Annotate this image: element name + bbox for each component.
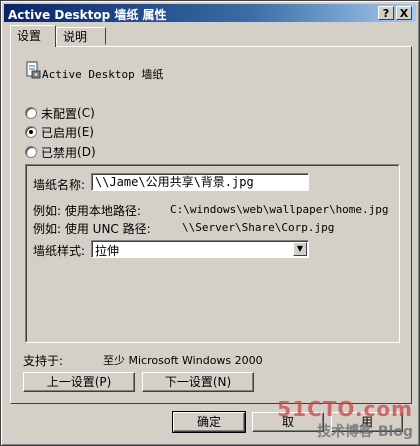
wallpaper-name-label: 墙纸名称: bbox=[33, 178, 86, 192]
radio-not-configured-circle[interactable] bbox=[25, 107, 37, 119]
radio-not-configured-label: 未配置 bbox=[41, 106, 78, 121]
title-bar: Active Desktop 墙纸 属性 ? X bbox=[4, 4, 416, 22]
next-setting-button[interactable]: 下一设置(N) bbox=[142, 372, 254, 392]
wallpaper-style-select[interactable]: 拉伸 ▼ bbox=[91, 240, 309, 258]
radio-disabled-circle[interactable] bbox=[25, 146, 37, 158]
close-button[interactable]: X bbox=[396, 6, 412, 20]
policy-name: Active Desktop 墙纸 bbox=[42, 68, 164, 81]
watermark-line1: 51CTO.com bbox=[277, 397, 413, 421]
wallpaper-style-label: 墙纸样式: bbox=[33, 244, 86, 258]
ok-button[interactable]: 确定 bbox=[172, 411, 246, 433]
radio-enabled-circle[interactable] bbox=[25, 126, 37, 138]
radio-not-configured-key: (C) bbox=[77, 106, 95, 120]
radio-enabled[interactable]: 已启用 (E) bbox=[25, 124, 94, 140]
radio-disabled-label: 已禁用 bbox=[41, 145, 78, 160]
example-local-value: C:\windows\web\wallpaper\home.jpg bbox=[170, 203, 389, 216]
example-unc-value: \\Server\Share\Corp.jpg bbox=[182, 221, 335, 234]
example-unc-label: 例如: 使用 UNC 路径: bbox=[33, 222, 151, 236]
chevron-down-icon[interactable]: ▼ bbox=[293, 242, 307, 256]
window-title: Active Desktop 墙纸 属性 bbox=[8, 8, 167, 22]
support-value: 至少 Microsoft Windows 2000 bbox=[103, 354, 263, 367]
example-local-label: 例如: 使用本地路径: bbox=[33, 204, 141, 218]
previous-setting-button[interactable]: 上一设置(P) bbox=[23, 372, 135, 392]
properties-dialog: Active Desktop 墙纸 属性 ? X 设置 说明 Active De… bbox=[0, 0, 420, 446]
wallpaper-style-value: 拉伸 bbox=[95, 244, 120, 258]
watermark-line2a: 技术博客 bbox=[317, 424, 374, 440]
policy-icon bbox=[26, 61, 41, 79]
options-group: 墙纸名称: \\Jame\公用共享\背景.jpg 例如: 使用本地路径: C:\… bbox=[25, 164, 400, 343]
wallpaper-name-input[interactable]: \\Jame\公用共享\背景.jpg bbox=[91, 173, 309, 191]
help-button[interactable]: ? bbox=[378, 6, 394, 20]
watermark-line2: 技术博客 Blog bbox=[277, 421, 413, 441]
support-label: 支持于: bbox=[23, 354, 64, 368]
radio-enabled-key: (E) bbox=[77, 125, 94, 139]
watermark-line3: Blog bbox=[377, 424, 413, 440]
radio-disabled[interactable]: 已禁用 (D) bbox=[25, 144, 96, 160]
tab-explain[interactable]: 说明 bbox=[56, 27, 106, 45]
radio-disabled-key: (D) bbox=[77, 145, 96, 159]
radio-enabled-label: 已启用 bbox=[41, 125, 78, 140]
tab-settings[interactable]: 设置 bbox=[10, 25, 56, 47]
site-watermark: 51CTO.com 技术博客 Blog bbox=[277, 397, 413, 441]
settings-panel: Active Desktop 墙纸 未配置 (C) 已启用 (E) 已禁用 (D… bbox=[10, 46, 412, 404]
radio-not-configured[interactable]: 未配置 (C) bbox=[25, 105, 95, 121]
